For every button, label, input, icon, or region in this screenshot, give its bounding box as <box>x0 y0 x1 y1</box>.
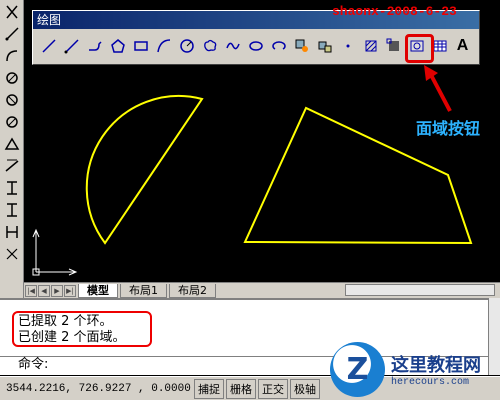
tab-layout2[interactable]: 布局2 <box>169 283 216 298</box>
callout-arrow <box>424 65 452 112</box>
revcloud-icon[interactable] <box>198 35 221 57</box>
semicircle-region <box>85 95 204 245</box>
mirror-icon[interactable] <box>2 46 22 66</box>
logo-name: 这里教程网 <box>391 355 481 376</box>
modify-toolbar <box>0 0 24 300</box>
tab-layout1[interactable]: 布局1 <box>120 283 167 298</box>
ellipse-arc-icon[interactable] <box>267 35 290 57</box>
stretch-icon[interactable] <box>2 178 22 198</box>
trim-icon[interactable] <box>2 200 22 220</box>
array-icon[interactable] <box>2 90 22 110</box>
break-icon[interactable] <box>2 244 22 264</box>
tab-model[interactable]: 模型 <box>78 283 118 298</box>
ellipse-icon[interactable] <box>244 35 267 57</box>
scale-icon[interactable] <box>2 156 22 176</box>
horizontal-scrollbar[interactable] <box>345 284 495 296</box>
ortho-toggle[interactable]: 正交 <box>258 378 288 399</box>
callout-label: 面域按钮 <box>416 119 481 138</box>
erase-icon[interactable] <box>2 2 22 22</box>
point-icon[interactable] <box>336 35 359 57</box>
polygon-icon[interactable] <box>106 35 129 57</box>
copy-icon[interactable] <box>2 24 22 44</box>
make-block-icon[interactable] <box>313 35 336 57</box>
logo-mark: Z <box>330 342 385 397</box>
ucs-icon <box>32 228 78 276</box>
extend-icon[interactable] <box>2 222 22 242</box>
insert-block-icon[interactable] <box>290 35 313 57</box>
grid-toggle[interactable]: 栅格 <box>226 378 256 399</box>
snap-toggle[interactable]: 捕捉 <box>194 378 224 399</box>
arc-icon[interactable] <box>152 35 175 57</box>
site-logo: Z 这里教程网 herecours.com <box>330 342 481 397</box>
ray-icon[interactable] <box>60 35 83 57</box>
rectangle-icon[interactable] <box>129 35 152 57</box>
gradient-icon[interactable] <box>382 35 405 57</box>
watermark-text: shaonx-2008-6-23 <box>332 4 457 19</box>
move-icon[interactable] <box>2 112 22 132</box>
polar-toggle[interactable]: 极轴 <box>290 378 320 399</box>
hatch-icon[interactable] <box>359 35 382 57</box>
circle-icon[interactable] <box>175 35 198 57</box>
polyline-icon[interactable] <box>83 35 106 57</box>
mtext-icon[interactable]: A <box>451 35 474 57</box>
logo-url: herecours.com <box>391 377 470 388</box>
last-tab-icon[interactable]: ▶| <box>64 284 76 297</box>
offset-icon[interactable] <box>2 68 22 88</box>
command-output-highlight <box>12 311 152 347</box>
command-scrollbar[interactable] <box>488 298 500 375</box>
spline-icon[interactable] <box>221 35 244 57</box>
prev-tab-icon[interactable]: ◀ <box>38 284 50 297</box>
coordinate-readout: 3544.2216, 726.9227 , 0.0000 <box>6 382 191 395</box>
rotate-icon[interactable] <box>2 134 22 154</box>
first-tab-icon[interactable]: |◀ <box>25 284 37 297</box>
region-button-highlight <box>405 34 434 63</box>
next-tab-icon[interactable]: ▶ <box>51 284 63 297</box>
line-icon[interactable] <box>37 35 60 57</box>
